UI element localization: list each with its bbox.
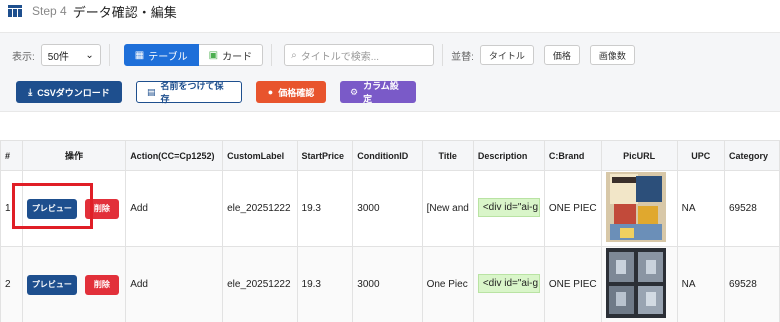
tab-card-view[interactable]: ▣ カード [198, 44, 264, 66]
cell-brand[interactable]: ONE PIEC [543, 170, 602, 247]
page-title: データ確認・編集 [72, 4, 177, 20]
cell-title[interactable]: One Piec [421, 246, 474, 322]
col-header-title[interactable]: Title [421, 140, 474, 171]
toolbar: 表示: 50件 ⌄ ▦ テーブル ▣ カード ⌕ タイトルで検索... 並替: … [0, 32, 780, 112]
cell-description[interactable]: <div id="ai-g [472, 170, 545, 247]
sort-images-button[interactable]: 画像数 [589, 45, 635, 65]
tab-table-label: テーブル [148, 51, 188, 63]
cell-custom-label[interactable]: ele_20251222 [222, 170, 298, 247]
delete-button[interactable]: 削除 [84, 274, 119, 295]
col-header-action[interactable]: Action(CC=Cp1252) [125, 140, 224, 171]
step-label: Step 4 [32, 4, 67, 18]
cell-title[interactable]: [New and [421, 170, 474, 247]
divider [442, 44, 444, 66]
column-settings-button[interactable]: ⚙ カラム設定 [340, 81, 416, 104]
table-row: 2 プレビュー 削除 Add ele_20251222 19.3 3000 One… [0, 246, 780, 322]
cell-brand[interactable]: ONE PIEC [543, 246, 602, 322]
csv-download-button[interactable]: ⤓ CSVダウンロード [16, 81, 122, 103]
cell-action[interactable]: Add [125, 246, 224, 322]
col-header-num: # [0, 140, 23, 171]
col-header-pic-url[interactable]: PicURL [600, 140, 678, 171]
highlight-box [12, 183, 93, 229]
save-as-label: 名前をつけて保存 [160, 81, 224, 104]
row-number: 2 [0, 246, 23, 322]
gear-icon: ⚙ [350, 86, 359, 97]
preview-button[interactable]: プレビュー [26, 274, 77, 295]
cell-category[interactable]: 69528 [723, 170, 780, 247]
col-header-custom-label[interactable]: CustomLabel [222, 140, 298, 171]
description-preview: <div id="ai-g [477, 197, 540, 217]
product-thumbnail [605, 248, 666, 318]
tab-table-view[interactable]: ▦ テーブル [123, 44, 199, 66]
table-header-row: # 操作 Action(CC=Cp1252) CustomLabel Start… [0, 140, 780, 171]
csv-download-label: CSVダウンロード [37, 87, 110, 98]
row-operations: プレビュー 削除 [21, 246, 127, 322]
chevron-down-icon: ⌄ [85, 49, 94, 61]
search-placeholder: タイトルで検索... [300, 51, 380, 63]
image-icon: ▣ [208, 49, 219, 61]
page-size-select[interactable]: 50件 ⌄ [40, 44, 101, 66]
sort-title-button[interactable]: タイトル [479, 45, 534, 65]
column-settings-label: カラム設定 [363, 81, 399, 104]
col-header-upc[interactable]: UPC [676, 140, 725, 171]
cell-category[interactable]: 69528 [723, 246, 780, 322]
cell-start-price[interactable]: 19.3 [296, 170, 354, 247]
tab-card-label: カード [222, 51, 253, 63]
col-header-category[interactable]: Category [723, 140, 780, 171]
sort-price-button[interactable]: 価格 [543, 45, 580, 65]
cell-pic-url[interactable] [600, 170, 678, 247]
cell-start-price[interactable]: 19.3 [296, 246, 354, 322]
product-thumbnail [605, 172, 666, 242]
search-icon: ⌕ [291, 49, 297, 61]
save-as-button[interactable]: ▤ 名前をつけて保存 [136, 81, 242, 104]
table-icon: ▦ [134, 49, 145, 61]
cell-description[interactable]: <div id="ai-g [472, 246, 545, 322]
divider [108, 44, 110, 66]
col-header-condition-id[interactable]: ConditionID [352, 140, 423, 171]
view-toggle: ▦ テーブル ▣ カード [123, 44, 264, 66]
sort-label: 並替: [451, 51, 474, 63]
price-check-label: 価格確認 [278, 87, 315, 98]
description-preview: <div id="ai-g [477, 273, 540, 293]
col-header-brand[interactable]: C:Brand [543, 140, 602, 171]
table-icon [8, 5, 22, 17]
cell-condition-id[interactable]: 3000 [352, 170, 423, 247]
save-icon: ▤ [147, 86, 156, 97]
price-check-icon: ● [267, 87, 274, 97]
col-header-operation: 操作 [21, 140, 127, 171]
price-check-button[interactable]: ● 価格確認 [256, 81, 326, 103]
cell-upc[interactable]: NA [676, 246, 725, 322]
col-header-start-price[interactable]: StartPrice [296, 140, 354, 171]
download-icon: ⤓ [28, 86, 33, 97]
page-size-value: 50件 [47, 51, 69, 63]
table-row: 1 プレビュー 削除 Add ele_20251222 19.3 3000 [Ne… [0, 170, 780, 247]
display-label: 表示: [12, 51, 35, 63]
cell-action[interactable]: Add [125, 170, 224, 247]
page-header: Step 4 データ確認・編集 [0, 0, 780, 22]
data-table: # 操作 Action(CC=Cp1252) CustomLabel Start… [0, 140, 780, 322]
cell-pic-url[interactable] [600, 246, 678, 322]
cell-condition-id[interactable]: 3000 [352, 246, 423, 322]
cell-upc[interactable]: NA [676, 170, 725, 247]
search-input[interactable]: ⌕ タイトルで検索... [284, 44, 435, 66]
divider [271, 44, 273, 66]
cell-custom-label[interactable]: ele_20251222 [222, 246, 298, 322]
col-header-description[interactable]: Description [472, 140, 545, 171]
